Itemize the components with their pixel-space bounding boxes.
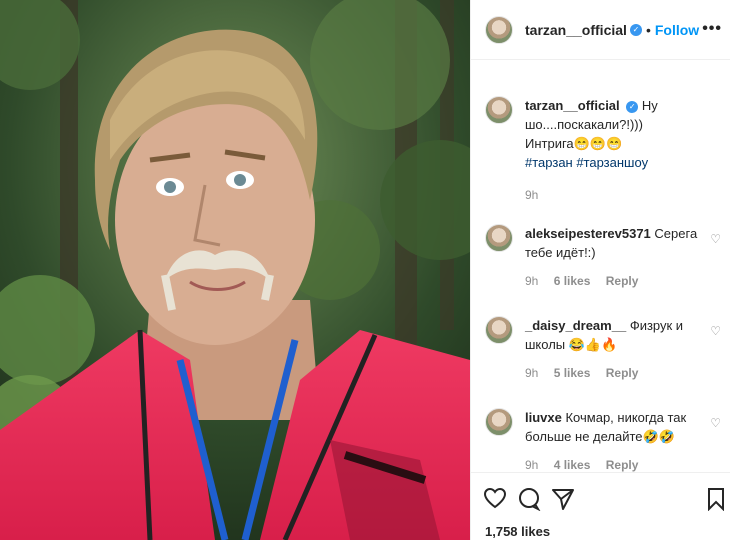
comment-time: 9h [525,458,539,472]
author-username[interactable]: tarzan__official [525,22,627,38]
verified-icon: ✓ [629,23,642,36]
comment-like-heart-icon[interactable]: ♡ [710,232,721,246]
caption-text-3: Интрига😁😁😁 [525,136,623,151]
separator-dot: • [645,21,651,38]
author-avatar[interactable] [485,15,513,44]
caption-avatar[interactable] [485,96,513,124]
comment-body: liuvxe Кочмар, никогда так больше не дел… [525,408,705,472]
likes-count[interactable]: 1,758 likes [485,524,550,539]
reply-button[interactable]: Reply [606,274,639,288]
comment-username[interactable]: liuvxe [525,410,562,425]
caption-text-1: Ну [641,98,658,113]
comment-avatar[interactable] [485,224,513,252]
caption-verified-icon: ✓ [626,100,639,113]
reply-button[interactable]: Reply [606,458,639,472]
comment-body: alekseipesterev5371 Серега тебе идёт!:) … [525,224,705,291]
post-header: tarzan__official ✓ • Follow ••• [471,0,730,60]
comment-avatar[interactable] [485,408,513,436]
caption-body: tarzan__official ✓ Ну шо....поскакали?!)… [525,96,705,205]
follow-button[interactable]: Follow [655,22,699,38]
reply-button[interactable]: Reply [606,366,639,380]
caption-text-2: шо....поскакали?!))) [525,117,643,132]
caption-time: 9h [525,188,539,202]
caption-hashtags[interactable]: #тарзан #тарзаншоу [525,155,648,170]
selfie-image [0,0,470,540]
comment-time: 9h [525,366,539,380]
like-heart-icon[interactable] [483,487,507,515]
bookmark-icon[interactable] [707,487,725,517]
more-options-icon[interactable]: ••• [702,20,722,38]
comment-avatar[interactable] [485,316,513,344]
comment-time: 9h [525,274,539,288]
comment-like-heart-icon[interactable]: ♡ [710,324,721,338]
comment-username[interactable]: alekseipesterev5371 [525,226,651,241]
post-actions: 1,758 likes [471,472,730,541]
comment-like-heart-icon[interactable]: ♡ [710,416,721,430]
post-photo[interactable] [0,0,470,540]
comments-list[interactable]: tarzan__official ✓ Ну шо....поскакали?!)… [471,60,730,472]
comment-likes[interactable]: 4 likes [554,458,591,472]
comment-likes[interactable]: 6 likes [554,274,591,288]
comment-bubble-icon[interactable] [517,487,541,517]
caption-username[interactable]: tarzan__official [525,98,620,113]
comment-username[interactable]: _daisy_dream__ [525,318,626,333]
comment-body: _daisy_dream__ Физрук и школы 😂👍🔥 9h 5 l… [525,316,705,383]
comment-likes[interactable]: 5 likes [554,366,591,380]
post-panel: tarzan__official ✓ • Follow ••• tarzan__… [470,0,730,540]
share-send-icon[interactable] [551,487,575,517]
